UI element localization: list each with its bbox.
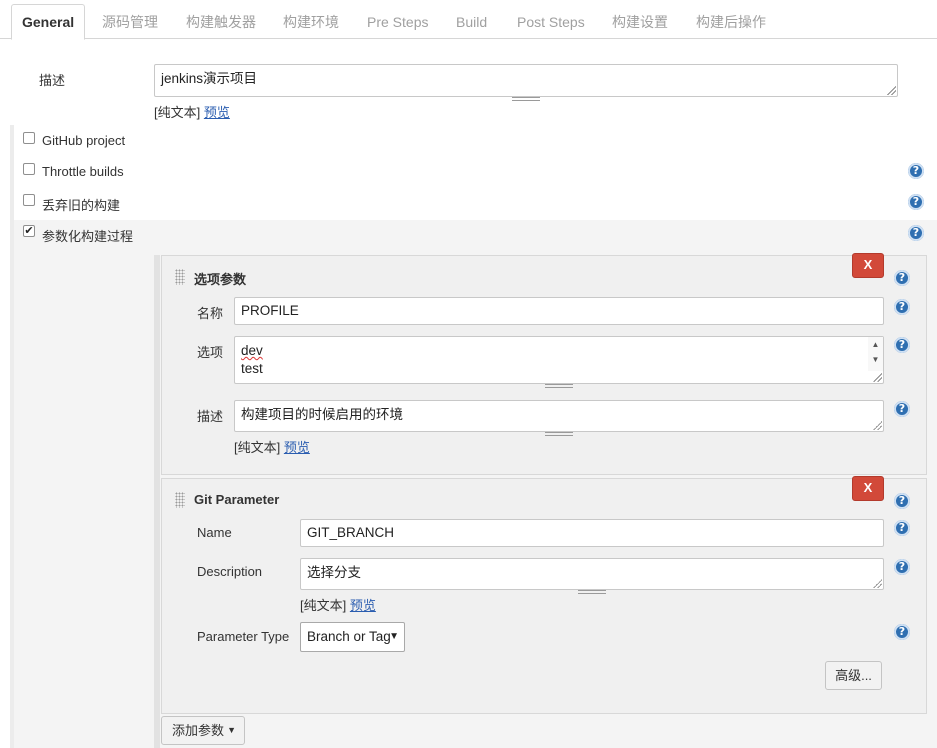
- name-label: 名称: [197, 306, 224, 321]
- choice-item: dev: [241, 343, 263, 358]
- drag-handle-icon[interactable]: [175, 492, 185, 508]
- tab-build-triggers[interactable]: 构建触发器: [176, 8, 266, 39]
- git-name-label: Name: [197, 525, 232, 540]
- choice-desc-value: 构建项目的时候启用的环境: [241, 407, 403, 422]
- github-project-checkbox[interactable]: [23, 132, 35, 144]
- resize-corner-icon[interactable]: [886, 85, 896, 95]
- help-icon[interactable]: ?: [894, 401, 910, 417]
- tab-post-steps[interactable]: Post Steps: [507, 8, 595, 39]
- git-desc-label: Description: [197, 564, 263, 579]
- help-icon[interactable]: ?: [894, 299, 910, 315]
- git-parameter-title: Git Parameter: [194, 492, 280, 507]
- tab-bar: General 源码管理 构建触发器 构建环境 Pre Steps Build …: [0, 0, 937, 40]
- git-desc-format: [纯文本] 预览: [300, 595, 376, 614]
- choices-textarea[interactable]: dev test ▲ ▼: [234, 336, 884, 388]
- tab-post-build-actions[interactable]: 构建后操作: [686, 8, 776, 39]
- resize-corner-icon[interactable]: [872, 578, 882, 588]
- choice-desc-label: 描述: [197, 409, 224, 424]
- tab-build[interactable]: Build: [446, 8, 497, 39]
- choice-parameter-title: 选项参数: [194, 272, 247, 287]
- description-value: jenkins演示项目: [161, 71, 258, 86]
- choice-desc-textarea[interactable]: 构建项目的时候启用的环境: [234, 400, 884, 436]
- resize-grip[interactable]: [512, 97, 540, 101]
- tab-pre-steps[interactable]: Pre Steps: [357, 8, 438, 39]
- parameter-type-value: Branch or Tag: [307, 629, 391, 644]
- delete-parameter-button[interactable]: X: [852, 253, 884, 278]
- github-project-label: GitHub project: [42, 133, 126, 148]
- choice-parameter-panel: 选项参数 X 名称 PROFILE 选项 dev test ▲ ▼ 描述 构建项目…: [161, 253, 927, 475]
- dropdown-arrow-icon: ▼: [389, 631, 399, 642]
- git-desc-textarea[interactable]: 选择分支: [300, 558, 884, 594]
- help-icon[interactable]: ?: [908, 194, 924, 210]
- preview-link[interactable]: 预览: [350, 598, 376, 613]
- help-icon[interactable]: ?: [908, 225, 924, 241]
- help-icon[interactable]: ?: [908, 163, 924, 179]
- name-value: PROFILE: [241, 303, 299, 318]
- throttle-builds-checkbox[interactable]: [23, 163, 35, 175]
- help-icon[interactable]: ?: [894, 559, 910, 575]
- description-format: [纯文本] 预览: [154, 102, 230, 121]
- help-icon[interactable]: ?: [894, 337, 910, 353]
- add-parameter-button[interactable]: 添加参数 ▼: [161, 716, 245, 745]
- parameter-type-label: Parameter Type: [197, 629, 290, 644]
- preview-link[interactable]: 预览: [284, 440, 310, 455]
- help-icon[interactable]: ?: [894, 493, 910, 509]
- add-parameter-label: 添加参数: [172, 723, 225, 738]
- plain-text-label: [纯文本]: [234, 440, 281, 455]
- git-name-value: GIT_BRANCH: [307, 525, 395, 540]
- tab-build-environment[interactable]: 构建环境: [273, 8, 349, 39]
- plain-text-label: [纯文本]: [154, 105, 201, 120]
- choice-item: test: [241, 361, 263, 376]
- discard-old-builds-checkbox[interactable]: [23, 194, 35, 206]
- git-name-input[interactable]: GIT_BRANCH: [300, 519, 884, 547]
- resize-grip[interactable]: [545, 384, 573, 388]
- drag-handle-icon[interactable]: [175, 269, 185, 285]
- git-desc-value: 选择分支: [307, 565, 361, 580]
- git-parameter-panel: Git Parameter X Name GIT_BRANCH Descript…: [161, 476, 927, 714]
- name-input[interactable]: PROFILE: [234, 297, 884, 325]
- preview-link[interactable]: 预览: [204, 105, 230, 120]
- description-textarea[interactable]: jenkins演示项目: [154, 64, 898, 101]
- scrollbar[interactable]: ▲ ▼: [868, 337, 883, 371]
- resize-corner-icon[interactable]: [872, 372, 882, 382]
- tab-source-control[interactable]: 源码管理: [92, 8, 168, 39]
- parameter-type-select[interactable]: Branch or Tag ▼: [300, 622, 405, 652]
- parameterized-label: 参数化构建过程: [42, 229, 134, 244]
- plain-text-label: [纯文本]: [300, 598, 347, 613]
- resize-corner-icon[interactable]: [872, 420, 882, 430]
- throttle-builds-label: Throttle builds: [42, 164, 124, 179]
- tab-build-settings[interactable]: 构建设置: [602, 8, 678, 39]
- delete-parameter-button[interactable]: X: [852, 476, 884, 501]
- choice-desc-format: [纯文本] 预览: [234, 437, 310, 456]
- caret-down-icon: ▼: [227, 725, 236, 735]
- advanced-button[interactable]: 高级...: [825, 661, 882, 690]
- resize-grip[interactable]: [578, 590, 606, 594]
- description-label: 描述: [39, 73, 66, 88]
- discard-old-builds-label: 丢弃旧的构建: [42, 198, 121, 213]
- resize-grip[interactable]: [545, 432, 573, 436]
- parameterized-checkbox[interactable]: ✔: [23, 225, 35, 237]
- help-icon[interactable]: ?: [894, 270, 910, 286]
- help-icon[interactable]: ?: [894, 520, 910, 536]
- help-icon[interactable]: ?: [894, 624, 910, 640]
- params-indent-bar: [154, 255, 160, 748]
- choices-label: 选项: [197, 345, 224, 360]
- tab-general[interactable]: General: [11, 4, 86, 40]
